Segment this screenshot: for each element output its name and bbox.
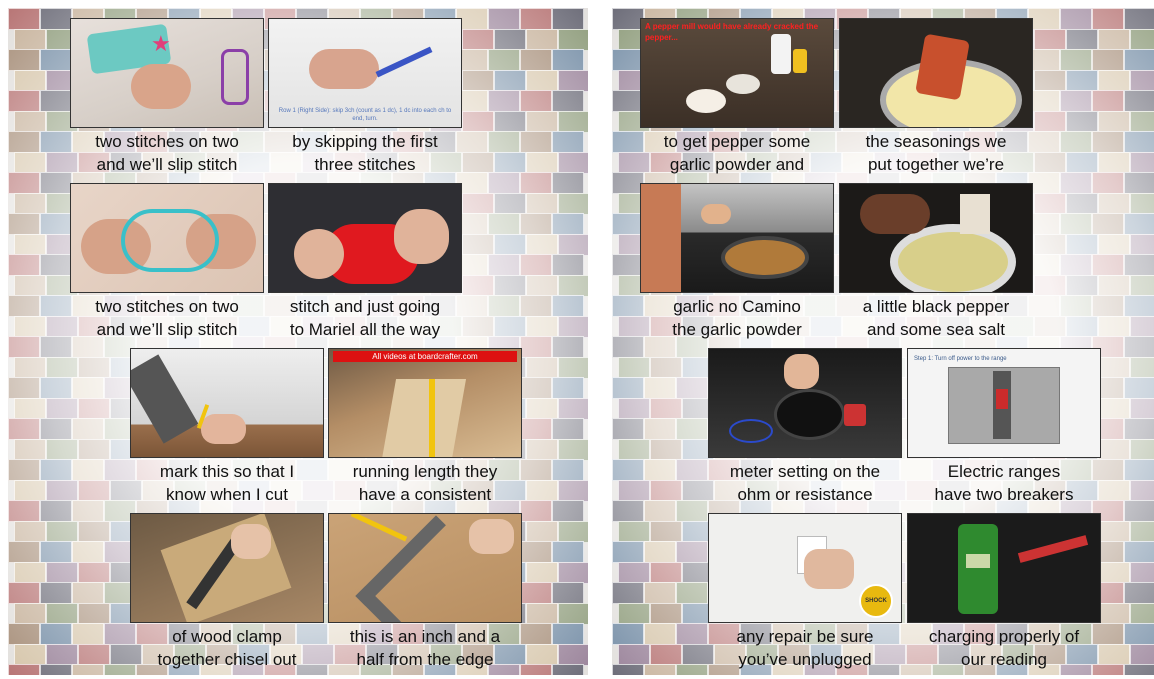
video-card[interactable]: Row 1 (Right Side): skip 3ch (count as 1… [268, 18, 462, 176]
video-thumbnail[interactable] [907, 513, 1101, 623]
star-decoration-icon: ★ [151, 31, 171, 56]
video-thumbnail[interactable]: Step 1: Turn off power to the range [907, 348, 1101, 458]
shock-badge-icon: SHOCK [859, 584, 893, 618]
video-card[interactable]: charging properly of our reading [907, 513, 1101, 671]
video-thumbnail[interactable]: SHOCK [708, 513, 902, 623]
video-card[interactable]: Step 1: Turn off power to the range Elec… [907, 348, 1101, 506]
video-caption: any repair be sure you’ve unplugged [736, 627, 874, 669]
video-thumbnail[interactable] [708, 348, 902, 458]
video-caption: of wood clamp together chisel out [157, 627, 297, 669]
video-caption: stitch and just going to Mariel all the w… [289, 297, 441, 339]
video-caption: the seasonings we put together we’re [865, 132, 1007, 174]
video-card[interactable]: garlic no Camino the garlic powder [640, 183, 834, 341]
video-card[interactable]: mark this so that Iknow when I cut [130, 348, 324, 506]
video-caption: Electric ranges have two breakers [934, 462, 1074, 504]
video-card[interactable]: this is an inch and a half from the edge [328, 513, 522, 671]
video-thumbnail[interactable] [130, 348, 324, 458]
video-thumbnail[interactable] [130, 513, 324, 623]
video-caption: this is an inch and a half from the edge [349, 627, 501, 669]
video-banner-text: A pepper mill would have already cracked… [645, 22, 819, 42]
video-caption: a little black pepper and some sea salt [862, 297, 1010, 339]
video-card[interactable]: SHOCK any repair be sure you’ve unplugged [708, 513, 902, 671]
video-card[interactable]: meter setting on the ohm or resistance [708, 348, 902, 506]
video-caption: charging properly of our reading [928, 627, 1080, 669]
video-caption: mark this so that Iknow when I cut [159, 462, 295, 504]
left-collage-panel: ★ two stitches on two and we’ll slip stit… [8, 8, 588, 675]
video-card[interactable]: A pepper mill would have already cracked… [640, 18, 834, 176]
video-caption: garlic no Camino the garlic powder [672, 297, 802, 339]
video-thumbnail[interactable] [839, 183, 1033, 293]
video-thumbnail[interactable]: Row 1 (Right Side): skip 3ch (count as 1… [268, 18, 462, 128]
video-caption: meter setting on the ohm or resistance [729, 462, 881, 504]
video-card[interactable]: two stitches on two and we’ll slip stitch [70, 183, 264, 341]
video-thumbnail[interactable] [640, 183, 834, 293]
video-card[interactable]: All videos at boardcrafter.com running l… [328, 348, 522, 506]
video-thumbnail[interactable] [268, 183, 462, 293]
video-caption: two stitches on two and we’ll slip stitch [95, 132, 239, 174]
video-caption: running length they have a consistent [352, 462, 498, 504]
video-caption: to get pepper some garlic powder and [663, 132, 811, 174]
right-collage-panel: A pepper mill would have already cracked… [612, 8, 1154, 675]
video-card[interactable]: ★ two stitches on two and we’ll slip stit… [70, 18, 264, 176]
channel-banner: All videos at boardcrafter.com [333, 351, 517, 362]
video-thumbnail[interactable] [839, 18, 1033, 128]
video-thumbnail[interactable]: A pepper mill would have already cracked… [640, 18, 834, 128]
video-card[interactable]: the seasonings we put together we’re [839, 18, 1033, 176]
video-thumbnail[interactable]: ★ [70, 18, 264, 128]
video-caption: by skipping the first three stitches [292, 132, 438, 174]
video-thumbnail[interactable] [328, 513, 522, 623]
video-caption: two stitches on two and we’ll slip stitch [95, 297, 239, 339]
video-thumbnail[interactable]: All videos at boardcrafter.com [328, 348, 522, 458]
video-card[interactable]: a little black pepper and some sea salt [839, 183, 1033, 341]
video-card[interactable]: of wood clamp together chisel out [130, 513, 324, 671]
video-thumbnail[interactable] [70, 183, 264, 293]
video-card[interactable]: stitch and just going to Mariel all the w… [268, 183, 462, 341]
